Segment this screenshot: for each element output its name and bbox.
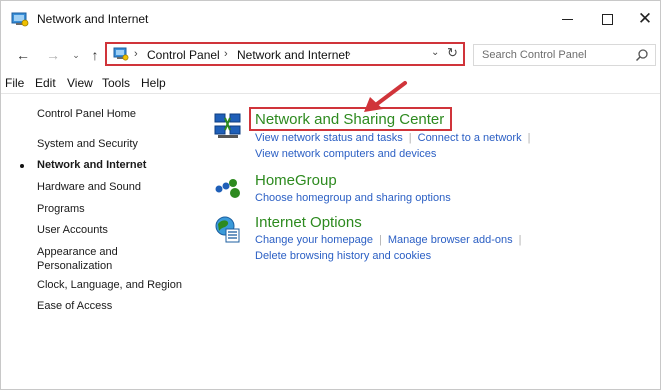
menu-help[interactable]: Help <box>141 76 166 90</box>
sidebar-item-ease-of-access[interactable]: Ease of Access <box>37 299 112 313</box>
link-divider: | <box>527 132 531 144</box>
menu-tools[interactable]: Tools <box>102 76 130 90</box>
annotation-arrow-icon <box>364 81 407 112</box>
sidebar-item-network-and-internet[interactable]: Network and Internet <box>37 158 146 172</box>
refresh-icon[interactable]: ↻ <box>447 45 458 61</box>
control-panel-icon <box>11 12 29 27</box>
sidebar-item-control-panel-home[interactable]: Control Panel Home <box>37 107 136 121</box>
category-links-row: View network status and tasks | Connect to… <box>255 132 536 144</box>
search-input[interactable]: Search Control Panel <box>473 44 656 66</box>
sidebar-item-user-accounts[interactable]: User Accounts <box>37 223 108 237</box>
link-divider: | <box>379 234 382 246</box>
breadcrumb-separator: › <box>224 48 228 60</box>
navigation-row: ← → ⌄ ↑ › Control Panel › Network and In… <box>1 41 660 71</box>
menu-bar: File Edit View Tools Help <box>1 73 660 94</box>
category-links-row: View network computers and devices <box>255 148 436 160</box>
window-title: Network and Internet <box>37 12 149 26</box>
close-button[interactable]: ✕ <box>625 1 660 37</box>
forward-button[interactable]: → <box>45 45 61 65</box>
address-bar[interactable]: › Control Panel › Network and Internet ›… <box>105 42 465 66</box>
search-placeholder: Search Control Panel <box>482 49 587 61</box>
link-divider: | <box>408 132 412 144</box>
link-divider: | <box>518 234 522 246</box>
network-sharing-icon[interactable] <box>213 111 243 141</box>
choose-homegroup-options-link[interactable]: Choose homegroup and sharing options <box>255 192 451 204</box>
sidebar-item-label: Personalization <box>37 260 113 272</box>
back-arrow-icon: ← <box>16 47 30 63</box>
up-button[interactable]: ↑ <box>87 45 103 65</box>
internet-options-link[interactable]: Internet Options <box>255 214 362 231</box>
view-network-computers-link[interactable]: View network computers and devices <box>255 148 436 160</box>
sidebar-item-system-and-security[interactable]: System and Security <box>37 137 138 151</box>
breadcrumb-control-panel[interactable]: Control Panel <box>147 48 220 62</box>
sidebar: Control Panel Home System and Security N… <box>1 93 201 389</box>
category-links-row: Delete browsing history and cookies <box>255 250 431 262</box>
breadcrumb-separator: › <box>134 48 138 60</box>
control-panel-window: Network and Internet ✕ ← → ⌄ ↑ › Control… <box>0 0 661 390</box>
minimize-button[interactable] <box>547 1 587 37</box>
menu-edit[interactable]: Edit <box>35 76 56 90</box>
breadcrumb-separator[interactable]: › <box>347 48 351 60</box>
sidebar-item-programs[interactable]: Programs <box>37 202 85 216</box>
forward-arrow-icon: → <box>46 47 60 63</box>
category-links-row: Change your homepage | Manage browser add-… <box>255 234 528 246</box>
menu-file[interactable]: File <box>5 76 24 90</box>
search-icon[interactable] <box>635 48 649 62</box>
maximize-icon <box>601 13 613 25</box>
recent-locations-button[interactable]: ⌄ <box>68 45 84 65</box>
sidebar-item-label: Appearance and <box>37 246 118 258</box>
control-panel-icon <box>113 47 129 61</box>
category-links-row: Choose homegroup and sharing options <box>255 192 451 204</box>
main-content: Network and Sharing Center View network … <box>201 93 660 389</box>
close-icon: ✕ <box>637 9 653 28</box>
maximize-button[interactable] <box>587 1 627 37</box>
sidebar-item-clock-language-region[interactable]: Clock, Language, and Region <box>37 278 182 292</box>
highlight-annotation-box <box>249 107 452 131</box>
connect-to-network-link[interactable]: Connect to a network <box>418 132 522 144</box>
menu-view[interactable]: View <box>67 76 93 90</box>
back-button[interactable]: ← <box>15 45 31 65</box>
address-dropdown-icon[interactable]: ⌄ <box>431 47 439 58</box>
homegroup-icon[interactable] <box>213 173 243 203</box>
homegroup-link[interactable]: HomeGroup <box>255 172 337 189</box>
sidebar-item-hardware-and-sound[interactable]: Hardware and Sound <box>37 180 141 194</box>
title-bar: Network and Internet ✕ <box>1 1 660 37</box>
internet-options-icon[interactable] <box>213 215 243 245</box>
manage-browser-addons-link[interactable]: Manage browser add-ons <box>388 234 513 246</box>
up-arrow-icon: ↑ <box>91 47 99 63</box>
active-item-bullet <box>20 164 24 168</box>
change-homepage-link[interactable]: Change your homepage <box>255 234 373 246</box>
view-network-status-link[interactable]: View network status and tasks <box>255 132 403 144</box>
delete-browsing-history-link[interactable]: Delete browsing history and cookies <box>255 250 431 262</box>
minimize-icon <box>561 18 573 20</box>
sidebar-item-appearance-and-personalization[interactable]: Appearance and Personalization <box>37 245 118 273</box>
chevron-down-icon: ⌄ <box>72 49 80 60</box>
breadcrumb-network-and-internet[interactable]: Network and Internet <box>237 48 348 62</box>
